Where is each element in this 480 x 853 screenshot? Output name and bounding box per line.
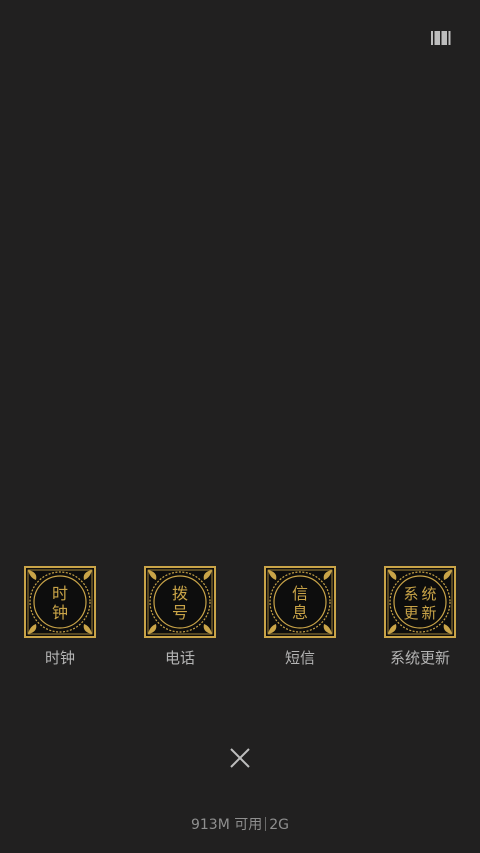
app-label: 系统更新 — [389, 649, 450, 667]
recent-app-messages[interactable]: 信 息 短信 — [240, 566, 360, 667]
recent-app-clock[interactable]: 时 钟 时钟 — [0, 566, 120, 667]
tile-char: 息 — [292, 603, 308, 622]
tile-char: 信 — [292, 584, 308, 603]
memory-available: 913M 可用 — [190, 817, 263, 833]
clear-all-button[interactable] — [220, 738, 260, 778]
app-label: 短信 — [284, 649, 315, 667]
tile-char: 统 — [421, 585, 436, 603]
close-icon — [230, 748, 250, 768]
tile-char: 时 — [52, 584, 68, 603]
app-label: 时钟 — [44, 649, 75, 667]
phone-app-tile-icon: 拨 号 — [144, 566, 216, 638]
clock-app-tile-icon: 时 钟 — [24, 566, 96, 638]
recent-tasks-screen: 时 钟 时钟 拨 号 电话 信 息 短信 系 统 更 新 系统更新 913M 可… — [0, 0, 480, 853]
list-view-toggle-button[interactable] — [428, 28, 454, 48]
tile-char: 号 — [172, 603, 188, 622]
memory-divider — [265, 817, 267, 831]
app-label: 电话 — [164, 649, 195, 667]
tile-char: 系 — [403, 585, 418, 603]
system-update-app-tile-icon: 系 统 更 新 — [384, 566, 456, 638]
list-view-icon — [431, 31, 451, 45]
recent-apps-row: 时 钟 时钟 拨 号 电话 信 息 短信 系 统 更 新 系统更新 — [0, 566, 480, 676]
memory-total: 2G — [269, 817, 290, 833]
messages-app-tile-icon: 信 息 — [264, 566, 336, 638]
tile-char: 更 — [403, 604, 418, 622]
recent-app-phone[interactable]: 拨 号 电话 — [120, 566, 240, 667]
tile-char: 钟 — [52, 603, 68, 622]
tile-char: 拨 — [172, 584, 188, 603]
memory-status: 913M 可用 2G — [0, 816, 480, 834]
recent-app-system-update[interactable]: 系 统 更 新 系统更新 — [360, 566, 480, 667]
tile-char: 新 — [421, 604, 436, 622]
